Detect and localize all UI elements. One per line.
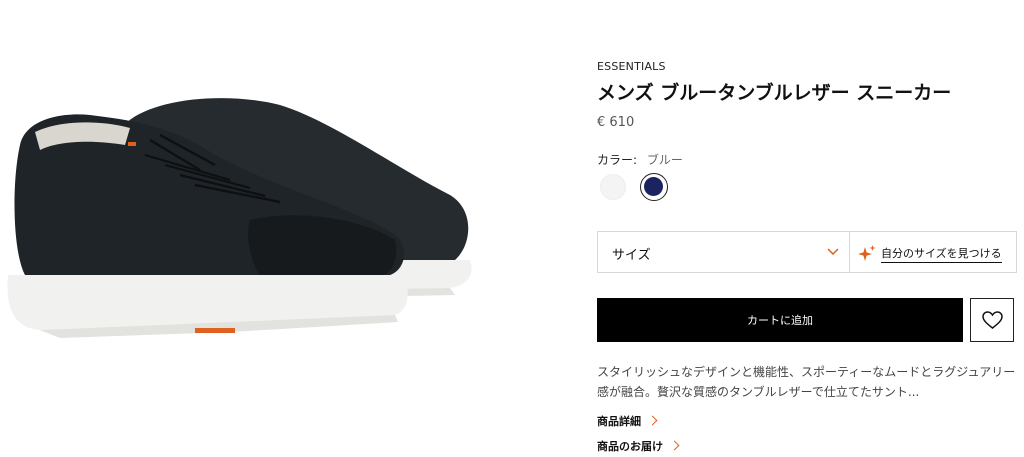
- color-swatch-white[interactable]: [600, 174, 626, 200]
- product-image-gallery: [0, 0, 520, 457]
- color-swatch-blue[interactable]: [640, 173, 668, 201]
- wishlist-button[interactable]: [970, 298, 1014, 342]
- size-select-label: サイズ: [612, 248, 651, 263]
- product-description: スタイリッシュなデザインと機能性、スポーティーなムードとラグジュアリー感が融合。…: [597, 365, 1016, 399]
- color-swatch-blue-dot: [644, 177, 663, 196]
- size-finder-label: 自分のサイズを見つける: [881, 245, 1002, 263]
- size-select[interactable]: サイズ: [597, 231, 850, 273]
- color-label: カラー:: [597, 153, 638, 167]
- product-line-label: ESSENTIALS: [597, 60, 666, 73]
- chevron-right-icon: [669, 440, 680, 451]
- delivery-info-label: 商品のお届け: [597, 440, 663, 453]
- product-details-label: 商品詳細: [597, 415, 641, 428]
- heart-icon: [982, 311, 1003, 329]
- color-value: ブルー: [646, 153, 683, 167]
- sparkle-icon: [858, 245, 876, 261]
- product-image: [7, 98, 472, 338]
- delivery-info-link[interactable]: 商品のお届け: [597, 438, 680, 454]
- chevron-down-icon: [827, 248, 839, 256]
- add-to-cart-button[interactable]: カートに追加: [597, 298, 963, 342]
- chevron-right-icon: [647, 415, 658, 426]
- color-label-row: カラー: ブルー: [597, 151, 683, 168]
- product-title: メンズ ブルータンブルレザー スニーカー: [597, 82, 952, 104]
- product-details-link[interactable]: 商品詳細: [597, 413, 658, 429]
- size-finder-link[interactable]: 自分のサイズを見つける: [850, 231, 1017, 273]
- product-price: € 610: [597, 115, 635, 130]
